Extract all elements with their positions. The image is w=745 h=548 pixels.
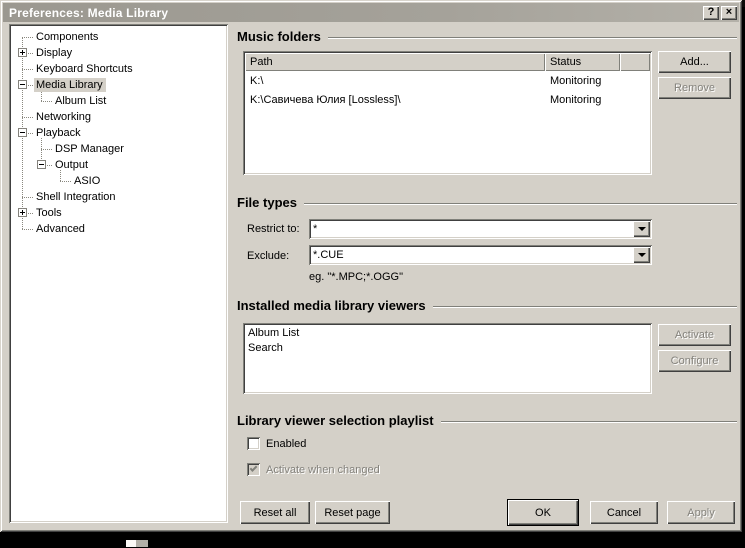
tree-item-media-library[interactable]: Media Library (11, 77, 226, 93)
tree-item-shell-integration[interactable]: Shell Integration (11, 189, 226, 205)
help-button[interactable]: ? (703, 5, 719, 20)
tree-connector-stub (41, 101, 52, 102)
music-folders-list-header: Path Status (245, 53, 650, 71)
tree-item-label: Playback (36, 127, 81, 139)
collapse-minus-icon[interactable] (37, 160, 46, 169)
tree-item-label: Display (36, 47, 73, 59)
enabled-label: Enabled (266, 438, 307, 450)
tree-item-tools[interactable]: Tools (11, 205, 226, 221)
tree-item-label: Output (55, 159, 89, 171)
cancel-button[interactable]: Cancel (590, 501, 658, 524)
column-header-path[interactable]: Path (245, 53, 545, 71)
tree-item-label: Keyboard Shortcuts (36, 63, 133, 75)
remove-folder-button[interactable]: Remove (658, 77, 731, 99)
music-folder-row[interactable]: K:\ Monitoring (245, 71, 650, 90)
viewer-list-item[interactable]: Album List (245, 326, 650, 341)
section-title: Music folders (237, 28, 321, 44)
tree-item-label: Album List (55, 95, 107, 107)
tree-item-label: Advanced (36, 223, 85, 235)
column-header-filler (620, 53, 650, 71)
dropdown-button[interactable] (633, 247, 650, 263)
folder-status-cell: Monitoring (550, 93, 602, 106)
configure-viewer-button[interactable]: Configure (658, 350, 731, 372)
section-divider (432, 305, 737, 307)
activate-viewer-button[interactable]: Activate (658, 324, 731, 346)
expand-plus-icon[interactable] (18, 48, 27, 57)
section-title: Installed media library viewers (237, 297, 426, 313)
tree-item-dsp-manager[interactable]: DSP Manager (11, 141, 226, 157)
preferences-dialog: Preferences: Media Library ? × Component… (0, 0, 742, 532)
tree-connector-stub (41, 149, 52, 150)
folder-path-cell: K:\ (250, 74, 264, 87)
section-divider (327, 36, 737, 38)
column-header-status[interactable]: Status (545, 53, 620, 71)
tree-item-advanced[interactable]: Advanced (11, 221, 226, 237)
tree-item-output[interactable]: Output (11, 157, 226, 173)
chevron-down-icon (637, 227, 646, 231)
tree-item-album-list[interactable]: Album List (11, 93, 226, 109)
window-title: Preferences: Media Library (9, 5, 169, 20)
tree-item-components[interactable]: Components (11, 29, 226, 45)
tree-connector-stub (22, 37, 33, 38)
tree-item-networking[interactable]: Networking (11, 109, 226, 125)
reset-page-button[interactable]: Reset page (315, 501, 390, 524)
folder-path-cell: K:\Савичева Юлия [Lossless]\ (250, 93, 401, 106)
viewers-listbox[interactable]: Album List Search (243, 323, 652, 394)
section-viewers: Installed media library viewers (237, 297, 737, 313)
tree-item-label: Networking (36, 111, 92, 123)
activate-when-changed-checkbox[interactable] (247, 463, 260, 476)
tree-item-keyboard-shortcuts[interactable]: Keyboard Shortcuts (11, 61, 226, 77)
tree-item-label: DSP Manager (55, 143, 124, 155)
viewer-list-item[interactable]: Search (245, 341, 650, 356)
chevron-down-icon (637, 253, 646, 257)
preferences-tree[interactable]: Components Display Keyboard Shortcuts Media… (9, 24, 228, 523)
enabled-checkbox[interactable] (247, 437, 260, 450)
section-selection-playlist: Library viewer selection playlist (237, 412, 737, 428)
tree-connector-stub (22, 69, 33, 70)
music-folder-row[interactable]: K:\Савичева Юлия [Lossless]\ Monitoring (245, 90, 650, 109)
tree-connector-stub (22, 229, 33, 230)
background-window-bottom-fragment (126, 540, 148, 547)
section-title: Library viewer selection playlist (237, 412, 434, 428)
restrict-to-value: * (313, 223, 318, 235)
checkmark-icon (249, 464, 258, 472)
expand-plus-icon[interactable] (18, 208, 27, 217)
restrict-to-combobox[interactable]: * (309, 219, 652, 239)
restrict-to-label: Restrict to: (247, 223, 300, 235)
section-divider (440, 420, 737, 422)
tree-item-display[interactable]: Display (11, 45, 226, 61)
tree-connector-stub (60, 181, 71, 182)
apply-button[interactable]: Apply (667, 501, 735, 524)
activate-when-changed-label: Activate when changed (266, 464, 380, 476)
tree-item-label: ASIO (74, 175, 101, 187)
section-title: File types (237, 194, 297, 210)
collapse-minus-icon[interactable] (18, 80, 27, 89)
tree-connector-stub (22, 117, 33, 118)
file-types-hint: eg. "*.MPC;*.OGG" (309, 271, 403, 283)
add-folder-button[interactable]: Add... (658, 51, 731, 73)
tree-item-label: Tools (36, 207, 62, 219)
reset-all-button[interactable]: Reset all (240, 501, 310, 524)
section-file-types: File types (237, 194, 737, 210)
dropdown-button[interactable] (633, 221, 650, 237)
folder-status-cell: Monitoring (550, 74, 602, 87)
tree-connector-stub (22, 197, 33, 198)
section-music-folders: Music folders (237, 28, 737, 44)
titlebar[interactable]: Preferences: Media Library ? × (3, 3, 739, 22)
tree-item-label: Components (36, 31, 99, 43)
collapse-minus-icon[interactable] (18, 128, 27, 137)
tree-item-playback[interactable]: Playback (11, 125, 226, 141)
exclude-combobox[interactable]: *.CUE (309, 245, 652, 265)
exclude-label: Exclude: (247, 250, 290, 262)
section-divider (303, 202, 737, 204)
tree-item-asio[interactable]: ASIO (11, 173, 226, 189)
tree-item-label: Shell Integration (36, 191, 116, 203)
tree-item-label: Media Library (34, 78, 106, 92)
music-folders-list[interactable]: Path Status K:\ Monitoring K:\Савичева Юли… (243, 51, 652, 175)
close-button[interactable]: × (721, 5, 737, 20)
ok-button[interactable]: OK (507, 499, 579, 526)
exclude-value: *.CUE (313, 249, 344, 261)
